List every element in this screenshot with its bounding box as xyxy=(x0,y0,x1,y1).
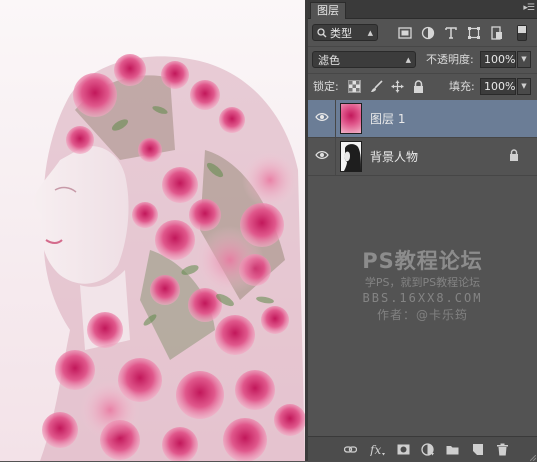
layer-mask-icon[interactable] xyxy=(397,443,410,456)
layer-name[interactable]: 背景人物 xyxy=(370,148,418,165)
blend-mode-value: 滤色 xyxy=(318,54,340,67)
panel-menu-icon[interactable]: ▸☰ xyxy=(523,1,535,15)
link-layers-icon[interactable] xyxy=(344,443,357,456)
layer-name[interactable]: 图层 1 xyxy=(370,110,405,127)
lock-all-icon[interactable] xyxy=(412,80,425,93)
filter-toggle-switch[interactable] xyxy=(517,25,527,41)
search-icon xyxy=(317,28,327,38)
silhouette-thumbnail xyxy=(344,144,361,171)
watermark-subtitle: 学PS，就到PS教程论坛 xyxy=(364,276,481,289)
visibility-column-divider xyxy=(335,100,336,137)
pixel-filter-icon[interactable] xyxy=(398,26,412,40)
fill-label: 填充: xyxy=(449,80,475,93)
chevron-updown-icon: ▲ xyxy=(405,56,411,64)
opacity-input[interactable]: 100% xyxy=(480,51,516,68)
layer-thumbnail[interactable] xyxy=(340,103,362,134)
fill-input[interactable]: 100% xyxy=(480,78,516,95)
layer-row-layer-1[interactable]: 图层 1 xyxy=(308,100,537,138)
opacity-label: 不透明度: xyxy=(426,53,474,66)
document-canvas[interactable] xyxy=(0,0,305,461)
opacity-dropdown-arrow[interactable]: ▼ xyxy=(517,51,531,68)
layer-list: 图层 1 背景人物 PS教程论坛 学PS，就到PS教程论坛 BBS.16XX8.… xyxy=(308,100,537,436)
visibility-eye-icon[interactable] xyxy=(315,112,329,122)
filter-kind-dropdown[interactable]: 类型 ▲ xyxy=(312,24,378,41)
trash-icon[interactable] xyxy=(496,443,509,456)
folder-icon[interactable] xyxy=(446,443,459,456)
double-exposure-photo xyxy=(32,54,305,461)
lock-icon xyxy=(510,149,518,161)
smart-object-filter-icon[interactable] xyxy=(490,26,504,40)
layers-bottom-toolbar: fx xyxy=(308,436,537,462)
layer-filter-row: 类型 ▲ xyxy=(308,19,537,47)
visibility-column-divider xyxy=(335,138,336,175)
layer-row-background[interactable]: 背景人物 xyxy=(308,138,537,176)
adjustment-filter-icon[interactable] xyxy=(421,26,435,40)
type-filter-icon[interactable] xyxy=(444,26,458,40)
lock-label: 锁定: xyxy=(313,80,339,93)
visibility-eye-icon[interactable] xyxy=(315,150,329,160)
watermark-title: PS教程论坛 xyxy=(362,249,483,273)
lock-move-icon[interactable] xyxy=(391,80,404,93)
lock-paint-icon[interactable] xyxy=(370,80,383,93)
blend-row: 滤色 ▲ 不透明度: 100% ▼ xyxy=(308,47,537,72)
watermark-author: 作者：@卡乐筠 xyxy=(376,308,468,322)
lock-row: 锁定: 填充: 100% ▼ xyxy=(308,73,537,101)
fx-icon[interactable]: fx xyxy=(370,443,386,456)
new-layer-icon[interactable] xyxy=(471,443,484,456)
fill-dropdown-arrow[interactable]: ▼ xyxy=(517,78,531,95)
chevron-updown-icon: ▲ xyxy=(367,29,373,37)
lock-transparent-icon[interactable] xyxy=(348,80,361,93)
watermark: PS教程论坛 学PS，就到PS教程论坛 BBS.16XX8.COM 作者：@卡乐… xyxy=(308,248,537,324)
svg-text:fx: fx xyxy=(370,443,381,456)
resize-grip-icon[interactable] xyxy=(530,455,536,461)
shape-filter-icon[interactable] xyxy=(467,26,481,40)
blend-mode-dropdown[interactable]: 滤色 ▲ xyxy=(312,51,416,68)
panel-tab-bar: 图层 ▸☰ xyxy=(308,0,537,19)
filter-kind-label: 类型 xyxy=(330,27,352,40)
tab-layers[interactable]: 图层 xyxy=(310,2,346,19)
layers-panel: 图层 ▸☰ 类型 ▲ 滤色 ▲ 不透明度: 100% ▼ 锁定: 填充: 100… xyxy=(308,0,537,462)
watermark-url: BBS.16XX8.COM xyxy=(362,291,483,305)
adjustment-layer-icon[interactable] xyxy=(421,443,434,456)
layer-thumbnail[interactable] xyxy=(340,141,362,172)
